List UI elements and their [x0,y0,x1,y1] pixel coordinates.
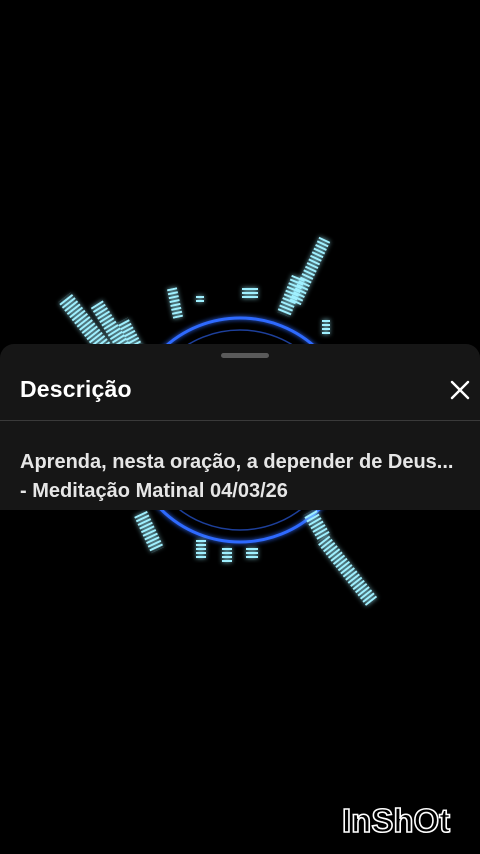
drag-handle[interactable] [221,353,269,358]
sheet-header: Descrição [0,362,480,420]
header-divider [0,420,480,421]
watermark-text: InShOt [342,802,450,839]
close-button[interactable] [440,370,480,410]
description-sheet: Descrição Aprenda, nesta oração, a depen… [0,344,480,510]
description-text: Aprenda, nesta oração, a depender de Deu… [20,451,454,502]
inshot-watermark: InShOt [341,801,451,840]
close-icon [450,380,470,400]
video-player[interactable]: Descrição Aprenda, nesta oração, a depen… [0,0,480,854]
sheet-title: Descrição [20,376,132,402]
